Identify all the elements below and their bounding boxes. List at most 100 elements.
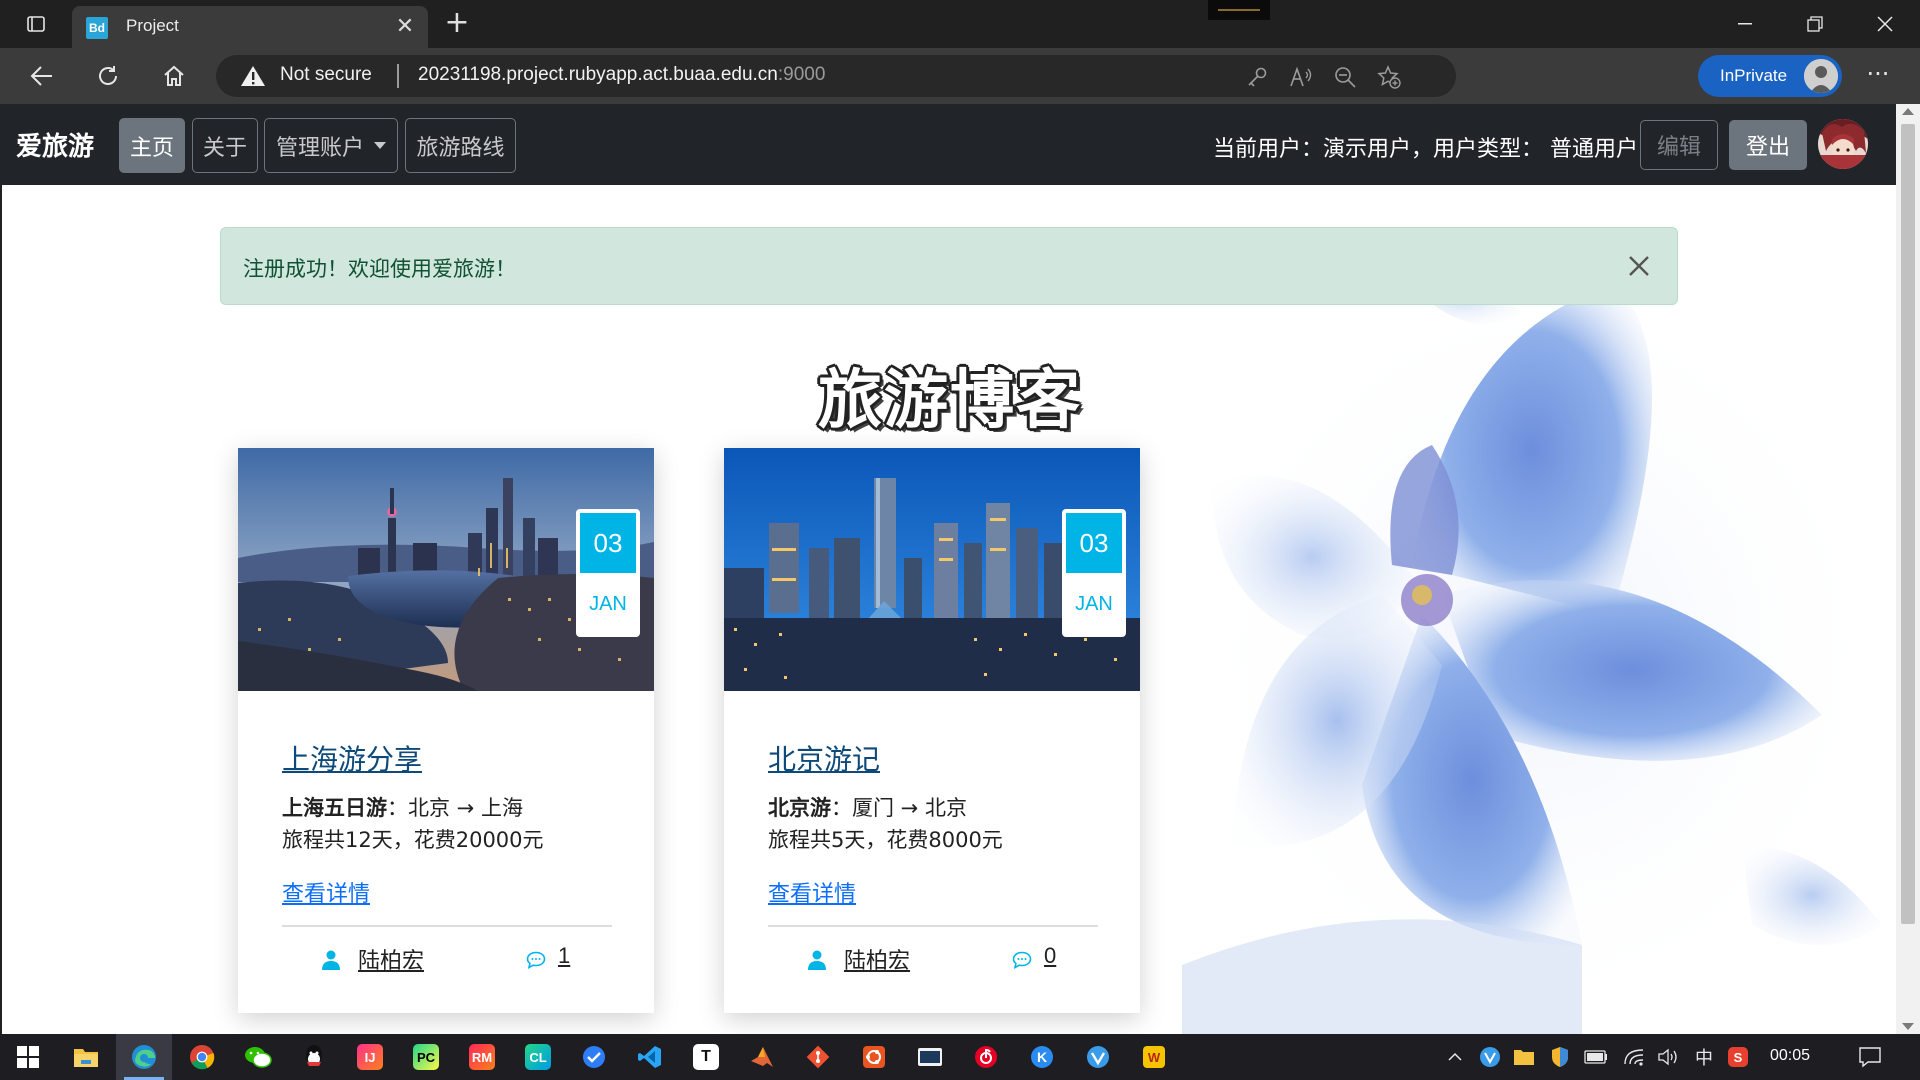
refresh-icon[interactable]	[88, 60, 128, 92]
kugou-icon[interactable]: K	[1014, 1034, 1070, 1080]
view-details-link[interactable]: 查看详情	[768, 876, 856, 908]
pycharm-icon[interactable]: PC	[398, 1034, 454, 1080]
new-tab-icon[interactable]: +	[440, 8, 474, 40]
sogou-ime-icon[interactable]: S	[1726, 1045, 1750, 1069]
typora-icon[interactable]: T	[678, 1034, 734, 1080]
wechat-icon[interactable]	[230, 1034, 286, 1080]
notification-icon[interactable]	[1858, 1045, 1882, 1069]
matlab-icon[interactable]	[734, 1034, 790, 1080]
git-icon[interactable]	[790, 1034, 846, 1080]
not-secure-label[interactable]: Not secure	[280, 64, 372, 86]
tab-title: Project	[126, 16, 179, 35]
site-navbar: 爱旅游 主页 关于 管理账户 旅游路线 当前用户：演示用户，用户类型： 普通用户…	[0, 104, 1896, 185]
nav-home[interactable]: 主页	[119, 118, 185, 173]
card-description: 上海五日游：北京 → 上海 旅程共12天，花费20000元	[282, 792, 544, 856]
address-separator	[397, 64, 399, 88]
comment-icon	[1012, 951, 1032, 973]
address-bar[interactable]: Not secure 20231198.project.rubyapp.act.…	[216, 55, 1456, 97]
edge-browser-icon[interactable]	[116, 1034, 172, 1080]
card-route-text: ：北京 → 上海	[387, 796, 523, 820]
card-description: 北京游：厦门 → 北京 旅程共5天，花费8000元	[768, 792, 1003, 856]
scroll-down-icon[interactable]	[1902, 1023, 1914, 1030]
netease-music-icon[interactable]	[958, 1034, 1014, 1080]
file-explorer-icon[interactable]	[58, 1034, 114, 1080]
clion-icon[interactable]: CL	[510, 1034, 566, 1080]
caret-down-icon	[374, 142, 386, 149]
nav-travel-routes[interactable]: 旅游路线	[405, 118, 516, 173]
tab-close-icon[interactable]: ✕	[392, 14, 418, 40]
user-avatar[interactable]	[1818, 119, 1868, 169]
date-day: 03	[580, 513, 636, 573]
page-viewport: 爱旅游 主页 关于 管理账户 旅游路线 当前用户：演示用户，用户类型： 普通用户…	[0, 104, 1920, 1034]
beijing-cover-image[interactable]: 03 JAN	[724, 448, 1140, 691]
intellij-icon[interactable]: IJ	[342, 1034, 398, 1080]
date-month: JAN	[1075, 592, 1113, 615]
vscode-icon[interactable]	[622, 1034, 678, 1080]
browser-toolbar: Not secure 20231198.project.rubyapp.act.…	[0, 48, 1920, 104]
inprivate-label: InPrivate	[1720, 66, 1788, 85]
page-content: 注册成功！欢迎使用爱旅游！ 旅游博客 03 JAN 上海游分享 上海五日游：北京…	[0, 185, 1898, 1034]
zoom-out-icon[interactable]	[1332, 64, 1358, 90]
minimize-icon[interactable]	[1710, 0, 1780, 48]
chrome-icon[interactable]	[174, 1034, 230, 1080]
date-month: JAN	[589, 592, 627, 615]
logout-button[interactable]: 登出	[1729, 120, 1807, 170]
card-title-link[interactable]: 北京游记	[768, 738, 880, 778]
key-icon[interactable]	[1244, 64, 1270, 90]
back-icon[interactable]	[22, 60, 62, 92]
alert-close-icon[interactable]	[1623, 250, 1655, 282]
wps-icon[interactable]: W	[1126, 1034, 1182, 1080]
card-comment-count[interactable]: 1	[558, 943, 570, 969]
ubuntu-icon[interactable]	[846, 1034, 902, 1080]
card-author-link[interactable]: 陆柏宏	[844, 943, 910, 975]
inprivate-button[interactable]: InPrivate	[1698, 55, 1842, 97]
nav-about[interactable]: 关于	[192, 118, 258, 173]
security-shield-icon[interactable]	[1548, 1045, 1572, 1069]
vpn-tray-icon[interactable]	[1478, 1045, 1502, 1069]
page-scrollbar[interactable]	[1896, 104, 1920, 1034]
tab-actions-icon[interactable]	[16, 10, 56, 38]
restore-icon[interactable]	[1780, 0, 1850, 48]
card-route: 上海五日游：北京 → 上海	[282, 792, 544, 824]
view-details-link[interactable]: 查看详情	[282, 876, 370, 908]
wifi-icon[interactable]	[1622, 1045, 1646, 1069]
success-alert: 注册成功！欢迎使用爱旅游！	[220, 227, 1678, 305]
home-icon[interactable]	[154, 60, 194, 92]
user-icon	[322, 950, 340, 974]
volume-icon[interactable]	[1656, 1045, 1680, 1069]
folder-tray-icon[interactable]	[1512, 1045, 1536, 1069]
edit-button[interactable]: 编辑	[1640, 120, 1718, 170]
url-text[interactable]: 20231198.project.rubyapp.act.buaa.edu.cn…	[418, 64, 825, 86]
card-title-link[interactable]: 上海游分享	[282, 738, 422, 778]
show-hidden-icons-icon[interactable]	[1443, 1045, 1467, 1069]
browser-tab[interactable]: Bd Project ✕	[72, 6, 428, 48]
start-icon[interactable]	[0, 1034, 56, 1080]
scroll-up-icon[interactable]	[1902, 108, 1914, 115]
more-options-icon[interactable]: ···	[1858, 60, 1898, 92]
add-favorite-icon[interactable]	[1376, 64, 1402, 90]
ime-indicator[interactable]: 中	[1692, 1045, 1716, 1069]
scroll-thumb[interactable]	[1901, 124, 1915, 924]
site-brand[interactable]: 爱旅游	[16, 126, 94, 163]
windows-taskbar: IJ PC RM CL T K W 中 S 00:05	[0, 1034, 1920, 1080]
close-window-icon[interactable]	[1850, 0, 1920, 48]
rubymine-icon[interactable]: RM	[454, 1034, 510, 1080]
browser-app-icon[interactable]	[566, 1034, 622, 1080]
tab-favicon-icon: Bd	[86, 17, 108, 39]
taskbar-clock[interactable]: 00:05	[1770, 1047, 1810, 1065]
battery-icon[interactable]	[1584, 1045, 1608, 1069]
shanghai-cover-image[interactable]: 03 JAN	[238, 448, 654, 691]
screen-share-indicator	[1208, 0, 1270, 20]
nav-manage-account[interactable]: 管理账户	[264, 118, 398, 173]
warning-icon[interactable]	[240, 65, 266, 91]
read-aloud-icon[interactable]	[1288, 64, 1314, 90]
card-trip-name: 北京游	[768, 796, 831, 820]
svg-text:K: K	[1037, 1049, 1047, 1065]
qq-icon[interactable]	[286, 1034, 342, 1080]
vpn-icon[interactable]	[1070, 1034, 1126, 1080]
card-author-link[interactable]: 陆柏宏	[358, 943, 424, 975]
svg-text:W: W	[1148, 1050, 1161, 1065]
mysql-workbench-icon[interactable]	[902, 1034, 958, 1080]
blog-card: 03 JAN 北京游记 北京游：厦门 → 北京 旅程共5天，花费8000元 查看…	[724, 448, 1140, 1013]
card-comment-count[interactable]: 0	[1044, 943, 1056, 969]
